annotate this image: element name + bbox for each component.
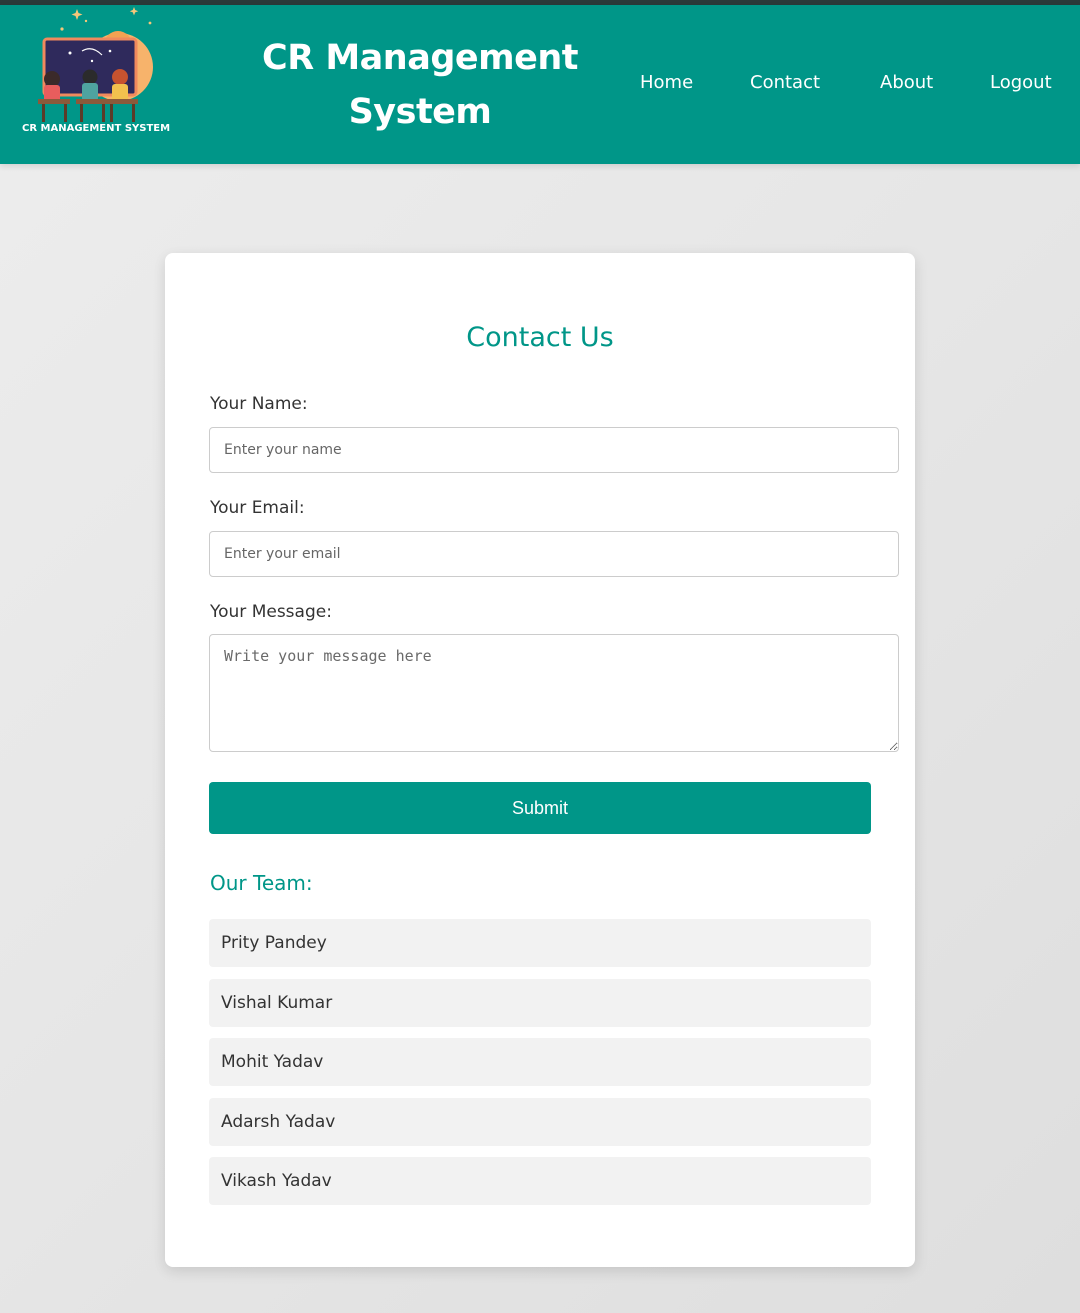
- message-label: Your Message:: [210, 602, 332, 622]
- classroom-illustration-icon: [38, 7, 153, 122]
- contact-title: Contact Us: [466, 322, 614, 353]
- team-heading: Our Team:: [210, 871, 313, 895]
- team-member-item: Adarsh Yadav: [209, 1097, 871, 1146]
- nav-logout-link[interactable]: Logout: [990, 71, 1052, 95]
- team-member-item: Mohit Yadav: [209, 1038, 871, 1086]
- nav-contact-link[interactable]: Contact: [750, 71, 820, 95]
- team-member-item: Prity Pandey: [209, 919, 871, 967]
- site-title: CR Management System: [240, 31, 600, 139]
- site-logo[interactable]: CR MANAGEMENT SYSTEM: [22, 7, 170, 141]
- name-label: Your Name:: [210, 394, 308, 414]
- navbar: CR MANAGEMENT SYSTEM CR Management Syste…: [0, 5, 1080, 164]
- message-textarea[interactable]: [209, 634, 899, 752]
- team-member-item: Vikash Yadav: [209, 1157, 871, 1205]
- nav-home-link[interactable]: Home: [640, 71, 693, 95]
- submit-button[interactable]: Submit: [209, 782, 871, 834]
- name-input[interactable]: [209, 427, 899, 473]
- site-title-line-2: System: [348, 92, 492, 132]
- email-input[interactable]: [209, 531, 899, 577]
- nav-about-link[interactable]: About: [880, 71, 933, 95]
- site-title-line-1: CR Management: [262, 38, 578, 78]
- team-member-item: Vishal Kumar: [209, 978, 871, 1027]
- team-list: Prity Pandey Vishal Kumar Mohit Yadav Ad…: [209, 919, 871, 1217]
- email-label: Your Email:: [210, 498, 305, 518]
- logo-caption: CR MANAGEMENT SYSTEM: [22, 123, 171, 134]
